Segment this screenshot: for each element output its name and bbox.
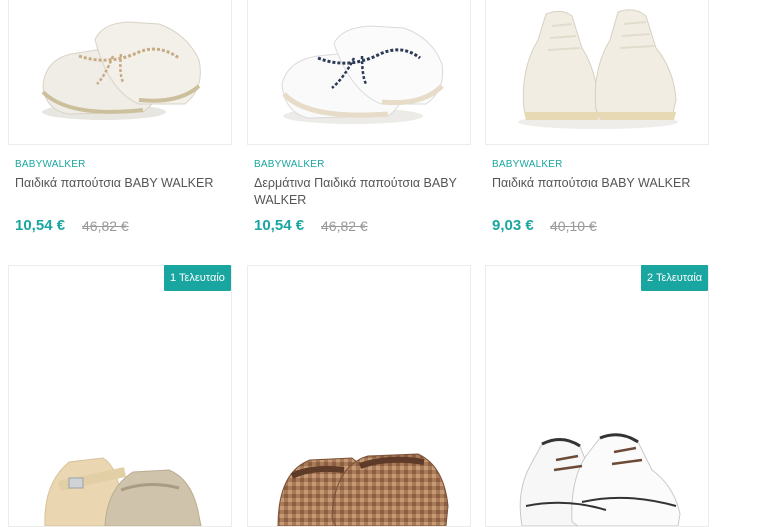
product-image-5[interactable]: [247, 265, 471, 527]
product-old-price: 46,82 €: [321, 218, 368, 234]
product-brand[interactable]: BABYWALKER: [254, 159, 325, 170]
product-name[interactable]: Παιδικά παπούτσια BABY WALKER: [492, 175, 707, 192]
product-image-3[interactable]: [485, 0, 709, 145]
product-image-1[interactable]: [8, 0, 232, 145]
product-brand[interactable]: BABYWALKER: [15, 159, 86, 170]
product-price: 10,54 €: [15, 217, 66, 234]
product-image-4[interactable]: [8, 265, 232, 527]
product-old-price: 40,10 €: [550, 218, 597, 234]
product-name[interactable]: Παιδικά παπούτσια BABY WALKER: [15, 175, 230, 192]
product-price: 10,54 €: [254, 217, 305, 234]
product-image-6[interactable]: [485, 265, 709, 527]
product-name[interactable]: Δερμάτινα Παιδικά παπούτσια BABY WALKER: [254, 175, 469, 209]
stock-badge-last-2: 2 Τελευταία: [641, 265, 709, 291]
product-image-2[interactable]: [247, 0, 471, 145]
product-old-price: 46,82 €: [82, 218, 129, 234]
stock-badge-last-1: 1 Τελευταίο: [164, 265, 231, 291]
product-price: 9,03 €: [492, 217, 534, 234]
product-brand[interactable]: BABYWALKER: [492, 159, 563, 170]
